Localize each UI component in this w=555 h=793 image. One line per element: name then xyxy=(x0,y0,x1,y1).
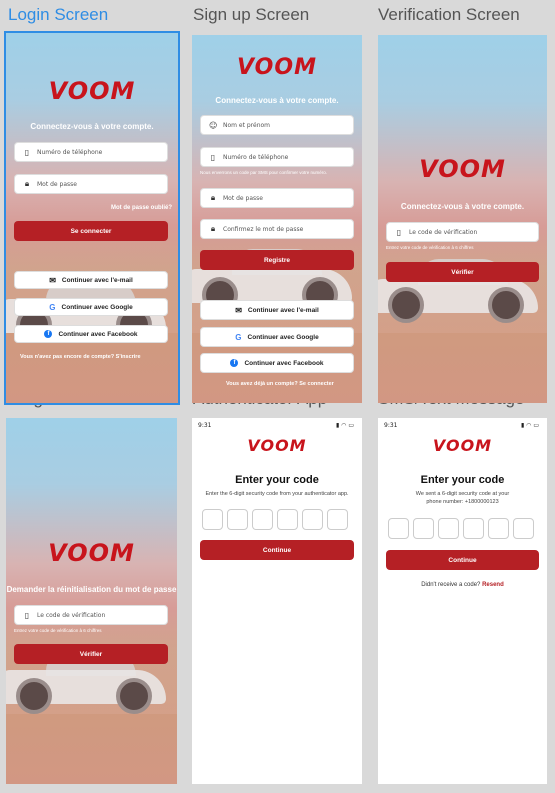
signup-tagline: Connectez-vous à votre compte. xyxy=(215,96,339,105)
continue-button[interactable]: Continue xyxy=(386,550,539,570)
code-boxes[interactable] xyxy=(202,509,348,530)
signin-button[interactable]: Se connecter xyxy=(14,221,168,241)
code-digit-input[interactable] xyxy=(277,509,298,530)
status-time: 9:31 xyxy=(198,422,212,429)
resend-link[interactable]: Resend xyxy=(482,582,504,588)
phone-icon: ▯ xyxy=(24,610,30,620)
code-digit-input[interactable] xyxy=(327,509,348,530)
facebook-icon: f xyxy=(230,359,239,367)
login-prompt-link[interactable]: Vous avez déjà un compte? Se connecter xyxy=(226,381,334,387)
mail-icon: ✉ xyxy=(49,275,56,285)
google-icon: G xyxy=(235,332,242,342)
brand-logo: VOOM xyxy=(48,539,135,567)
code-digit-input[interactable] xyxy=(438,518,459,539)
label-login-screen: Login Screen xyxy=(8,5,109,24)
forgot-password-link[interactable]: Mot de passe oublié? xyxy=(111,205,172,211)
auth-description: Enter the 6-digit security code from you… xyxy=(205,491,349,497)
continue-email-button[interactable]: ✉ Continuer avec l'e-mail xyxy=(200,300,354,320)
status-icons: ▮ ◠ ▭ xyxy=(520,422,539,429)
code-digit-input[interactable] xyxy=(388,518,409,539)
code-digit-input[interactable] xyxy=(227,509,248,530)
brand-logo: VOOM xyxy=(247,436,307,455)
signup-prompt-link[interactable]: Vous n'avez pas encore de compte? S'insc… xyxy=(20,354,141,360)
code-digit-input[interactable] xyxy=(488,518,509,539)
status-icons: ▮ ◠ ▭ xyxy=(335,422,354,429)
continue-button[interactable]: Continue xyxy=(200,540,354,560)
verification-code-input[interactable]: ▯ Le code de vérification xyxy=(386,222,539,242)
continue-email-button[interactable]: ✉ Continuer avec l'e-mail xyxy=(14,271,168,289)
label-verification-screen: Verification Screen xyxy=(378,5,520,24)
sms-frame[interactable]: 9:31 ▮ ◠ ▭ VOOM Enter your code We sent … xyxy=(378,418,547,784)
verification-frame[interactable]: VOOM Connectez-vous à votre compte. ▯ Le … xyxy=(378,35,547,403)
phone-icon: ▯ xyxy=(210,152,216,162)
code-digit-input[interactable] xyxy=(252,509,273,530)
lock-icon: 🔒︎ xyxy=(24,179,30,188)
fullname-input[interactable]: ☺ Nom et prénom xyxy=(200,115,354,135)
verification-tagline: Connectez-vous à votre compte. xyxy=(400,202,525,211)
code-digit-input[interactable] xyxy=(463,518,484,539)
continue-facebook-button[interactable]: f Continuer avec Facebook xyxy=(200,353,354,373)
code-digit-input[interactable] xyxy=(413,518,434,539)
facebook-icon: f xyxy=(44,330,53,338)
label-signup-screen: Sign up Screen xyxy=(193,5,310,24)
password-input[interactable]: 🔒︎ Mot de passe xyxy=(200,188,354,208)
verification-code-input[interactable]: ▯ Le code de vérification xyxy=(14,605,168,625)
brand-logo: VOOM xyxy=(419,155,506,183)
verify-button[interactable]: Vérifier xyxy=(14,644,168,664)
brand-logo: VOOM xyxy=(48,77,136,105)
login-frame[interactable]: VOOM Connectez-vous à votre compte. ▯ Num… xyxy=(4,31,180,405)
code-digit-input[interactable] xyxy=(513,518,534,539)
code-boxes[interactable] xyxy=(388,518,534,539)
resend-row: Didn't receive a code? Resend xyxy=(421,582,504,588)
continue-google-button[interactable]: G Continuer avec Google xyxy=(200,327,354,347)
phone-icon: ▯ xyxy=(396,227,402,237)
continue-google-button[interactable]: G Continuer avec Google xyxy=(14,298,168,316)
sms-note: Nous enverrons un code par SMS pour conf… xyxy=(200,170,328,175)
status-time: 9:31 xyxy=(384,422,398,429)
mail-icon: ✉ xyxy=(235,305,242,315)
brand-logo: VOOM xyxy=(237,55,317,80)
brand-logo: VOOM xyxy=(432,436,493,455)
login-tagline: Connectez-vous à votre compte. xyxy=(30,122,154,131)
register-button[interactable]: Registre xyxy=(200,250,354,270)
code-digit-input[interactable] xyxy=(202,509,223,530)
auth-title: Enter your code xyxy=(235,474,319,486)
authenticator-frame[interactable]: 9:31 ▮ ◠ ▭ VOOM Enter your code Enter th… xyxy=(192,418,362,784)
code-note: Entrez votre code de vérification à 6 ch… xyxy=(14,628,102,633)
phone-input[interactable]: ▯ Numéro de téléphone xyxy=(14,142,168,162)
continue-facebook-button[interactable]: f Continuer avec Facebook xyxy=(14,325,168,343)
phone-icon: ▯ xyxy=(24,147,30,157)
lock-icon: 🔒︎ xyxy=(210,224,216,233)
phone-input[interactable]: ▯ Numéro de téléphone xyxy=(200,147,354,167)
code-digit-input[interactable] xyxy=(302,509,323,530)
lock-icon: 🔒︎ xyxy=(210,193,216,202)
forgot-tagline: Demander la réinitialisation du mot de p… xyxy=(6,585,177,594)
google-icon: G xyxy=(49,302,56,312)
password-input[interactable]: 🔒︎ Mot de passe xyxy=(14,174,168,194)
code-note: Entrez votre code de vérification à 6 ch… xyxy=(386,245,474,250)
forgot-password-frame[interactable]: VOOM Demander la réinitialisation du mot… xyxy=(6,418,177,784)
confirm-password-input[interactable]: 🔒︎ Confirmez le mot de passe xyxy=(200,219,354,239)
verify-button[interactable]: Vérifier xyxy=(386,262,539,282)
sms-description: We sent a 6-digit security code at your … xyxy=(415,491,510,505)
user-icon: ☺ xyxy=(209,120,218,130)
sms-title: Enter your code xyxy=(420,474,505,486)
signup-frame[interactable]: VOOM Connectez-vous à votre compte. ☺ Nom… xyxy=(192,35,362,403)
